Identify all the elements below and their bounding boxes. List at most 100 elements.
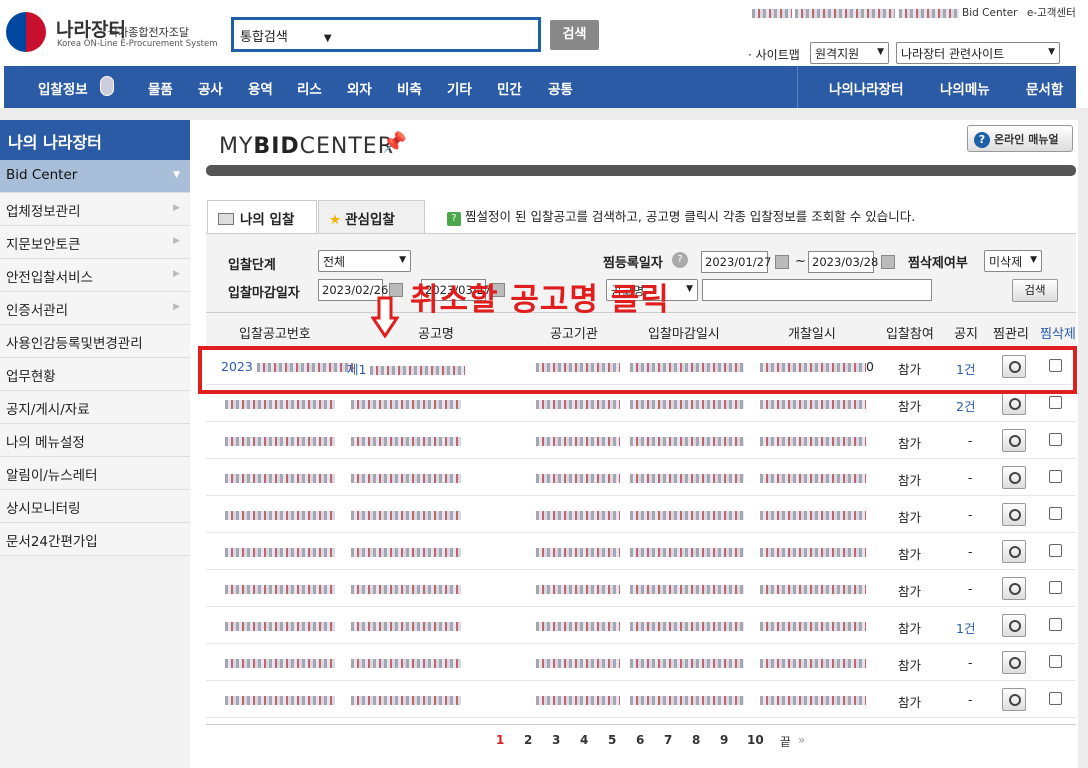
nav-item-documents[interactable]: 문서함: [1026, 78, 1063, 98]
delete-status-select[interactable]: 미삭제 ▼: [984, 250, 1042, 272]
bid-no-cell[interactable]: [221, 692, 335, 707]
bid-name-link[interactable]: [347, 433, 461, 448]
nav-item-foreign[interactable]: 외자: [347, 78, 372, 98]
bid-name-link[interactable]: [347, 618, 461, 633]
page-1[interactable]: 1: [496, 733, 504, 747]
sidebar-item-newsletter[interactable]: 알림이/뉴스레터: [0, 457, 190, 490]
nav-item-private[interactable]: 민간: [497, 78, 522, 98]
sidebar-item-company-info[interactable]: 업체정보관리 ▶: [0, 193, 190, 226]
calendar-icon[interactable]: [881, 255, 895, 269]
nav-item-goods[interactable]: 물품: [148, 78, 173, 98]
sidebar-item-fingerprint-token[interactable]: 지문보안토큰 ▶: [0, 226, 190, 259]
page-4[interactable]: 4: [580, 733, 588, 747]
bid-no-cell[interactable]: [221, 433, 335, 448]
page-8[interactable]: 8: [692, 733, 700, 747]
sidebar-item-seal[interactable]: 사용인감등록및변경관리: [0, 325, 190, 358]
delete-checkbox[interactable]: [1049, 433, 1062, 446]
magnifier-icon[interactable]: [1002, 540, 1026, 563]
related-sites-select[interactable]: 나라장터 관련사이트 ▼: [896, 42, 1060, 64]
page-5[interactable]: 5: [608, 733, 616, 747]
search-button[interactable]: 검색: [550, 20, 599, 50]
notice-cell: -: [968, 433, 973, 448]
delete-checkbox[interactable]: [1049, 396, 1062, 409]
nav-item-bid-info[interactable]: 입찰정보: [38, 78, 88, 98]
bid-no-cell[interactable]: [221, 655, 335, 670]
keyword-input[interactable]: [702, 279, 932, 301]
magnifier-icon[interactable]: [1002, 688, 1026, 711]
bid-name-link[interactable]: [347, 507, 461, 522]
bid-no-cell[interactable]: [221, 470, 335, 485]
stage-select[interactable]: 전체 ▼: [318, 250, 411, 272]
bid-no-cell[interactable]: [221, 507, 335, 522]
sidebar-item-safe-bid[interactable]: 안전입찰서비스 ▶: [0, 259, 190, 292]
sidebar-item-bid-center[interactable]: Bid Center ▼: [0, 160, 190, 193]
bid-center-link[interactable]: Bid Center: [962, 7, 1017, 19]
delete-checkbox[interactable]: [1049, 692, 1062, 705]
online-manual-button[interactable]: ? 온라인 매뉴얼: [967, 125, 1073, 152]
magnifier-icon[interactable]: [1002, 392, 1026, 415]
calendar-icon[interactable]: [775, 255, 789, 269]
bid-no-cell[interactable]: [221, 618, 335, 633]
delete-checkbox[interactable]: [1049, 470, 1062, 483]
question-icon[interactable]: ?: [672, 252, 688, 268]
blurred-text: [630, 437, 744, 446]
sidebar-item-work-status[interactable]: 업무현황: [0, 358, 190, 391]
magnifier-icon[interactable]: [1002, 614, 1026, 637]
logo-emblem-icon[interactable]: [6, 12, 46, 52]
nav-item-my-narajangter[interactable]: 나의나라장터: [829, 78, 904, 98]
delete-checkbox[interactable]: [1049, 581, 1062, 594]
page-9[interactable]: 9: [720, 733, 728, 747]
bid-name-link[interactable]: [347, 655, 461, 670]
bid-no-cell[interactable]: [221, 396, 335, 411]
page-6[interactable]: 6: [636, 733, 644, 747]
tab-my-bids[interactable]: 나의 입찰: [207, 200, 317, 233]
nav-item-construction[interactable]: 공사: [198, 78, 223, 98]
sidebar-item-monitoring[interactable]: 상시모니터링: [0, 490, 190, 523]
sitemap-link[interactable]: · 사이트맵: [748, 46, 800, 63]
bid-no-cell[interactable]: [221, 544, 335, 559]
delete-checkbox[interactable]: [1049, 544, 1062, 557]
nav-item-etc[interactable]: 기타: [447, 78, 472, 98]
nav-item-lease[interactable]: 리스: [297, 78, 322, 98]
double-chevron-right-icon[interactable]: »: [798, 733, 805, 747]
sidebar-item-notice[interactable]: 공지/게시/자료: [0, 391, 190, 424]
bid-name-link[interactable]: [347, 396, 461, 411]
bid-name-link[interactable]: [347, 581, 461, 596]
page-last[interactable]: 끝: [780, 733, 791, 750]
delete-checkbox[interactable]: [1049, 507, 1062, 520]
filter-search-button[interactable]: 검색: [1012, 279, 1058, 302]
reg-date-from-input[interactable]: 2023/01/27: [701, 251, 771, 273]
page-10[interactable]: 10: [747, 733, 764, 747]
notice-cell[interactable]: 2건: [956, 396, 975, 415]
magnifier-icon[interactable]: [1002, 429, 1026, 452]
magnifier-icon[interactable]: [1002, 466, 1026, 489]
blurred-text: [536, 548, 620, 557]
search-input[interactable]: 통합검색 ▼: [231, 17, 541, 52]
page-2[interactable]: 2: [524, 733, 532, 747]
tab-interest-bids[interactable]: ★ 관심입찰: [318, 200, 425, 233]
page-7[interactable]: 7: [664, 733, 672, 747]
reg-date-to-input[interactable]: 2023/03/28: [808, 251, 878, 273]
notice-cell[interactable]: 1건: [956, 618, 975, 637]
nav-item-my-menu[interactable]: 나의메뉴: [940, 78, 990, 98]
sidebar-item-menu-settings[interactable]: 나의 메뉴설정: [0, 424, 190, 457]
bid-name-link[interactable]: [347, 544, 461, 559]
page-3[interactable]: 3: [552, 733, 560, 747]
delete-checkbox[interactable]: [1049, 618, 1062, 631]
remote-support-select[interactable]: 원격지원 ▼: [810, 42, 889, 64]
bid-no-cell[interactable]: [221, 581, 335, 596]
magnifier-icon[interactable]: [1002, 651, 1026, 674]
bid-name-link[interactable]: [347, 470, 461, 485]
sidebar-item-doc24[interactable]: 문서24간편가입: [0, 523, 190, 556]
sidebar-item-certificate[interactable]: 인증서관리 ▶: [0, 292, 190, 325]
nav-item-service[interactable]: 용역: [248, 78, 273, 98]
nav-item-common[interactable]: 공통: [548, 78, 573, 98]
delete-checkbox[interactable]: [1049, 655, 1062, 668]
bid-name-link[interactable]: [347, 692, 461, 707]
customer-center-link[interactable]: e-고객센터: [1027, 7, 1076, 19]
magnifier-icon[interactable]: [1002, 503, 1026, 526]
magnifier-icon[interactable]: [1002, 577, 1026, 600]
nav-item-stockpile[interactable]: 비축: [397, 78, 422, 98]
calendar-icon[interactable]: [389, 283, 403, 297]
search-type-select[interactable]: 통합검색 ▼: [240, 26, 332, 45]
